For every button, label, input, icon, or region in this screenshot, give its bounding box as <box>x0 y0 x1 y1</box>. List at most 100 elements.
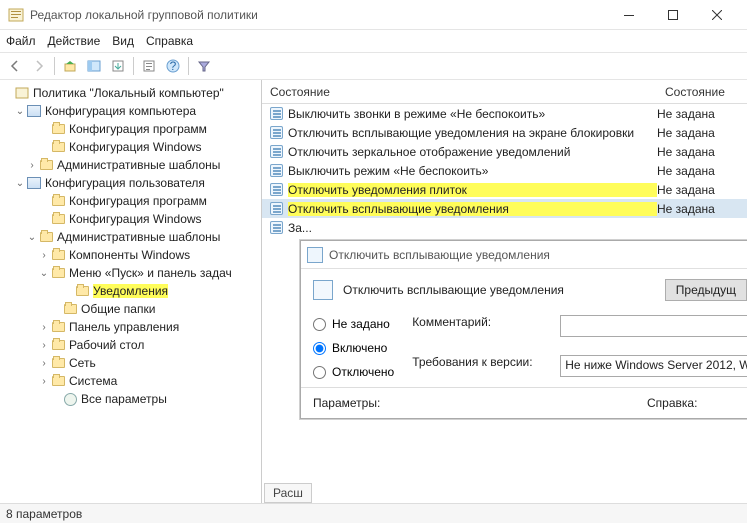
radio-disabled[interactable]: Отключено <box>313 365 394 379</box>
titlebar: Редактор локальной групповой политики <box>0 0 747 30</box>
back-button[interactable] <box>4 55 26 77</box>
list-row[interactable]: Отключить зеркальное отображение уведомл… <box>262 142 747 161</box>
setting-icon <box>268 144 284 160</box>
properties-button[interactable] <box>138 55 160 77</box>
filter-button[interactable] <box>193 55 215 77</box>
tree-all-params[interactable]: Все параметры <box>2 390 259 408</box>
setting-name: Отключить всплывающие уведомления на экр… <box>288 126 657 140</box>
menu-action[interactable]: Действие <box>48 34 101 48</box>
tree-item[interactable]: Конфигурация программ <box>2 120 259 138</box>
column-state[interactable]: Состояние <box>262 85 657 99</box>
list-header: Состояние Состояние <box>262 80 747 104</box>
export-button[interactable] <box>107 55 129 77</box>
computer-icon <box>26 104 42 118</box>
tree-item[interactable]: Конфигурация Windows <box>2 138 259 156</box>
setting-state: Не задана <box>657 202 747 216</box>
tree-item[interactable]: ›Панель управления <box>2 318 259 336</box>
column-state2[interactable]: Состояние <box>657 85 747 99</box>
setting-name: Выключить звонки в режиме «Не беспокоить… <box>288 107 657 121</box>
minimize-button[interactable] <box>607 1 651 29</box>
tabs-strip: Расш <box>264 481 311 503</box>
list-row[interactable]: Отключить всплывающие уведомленияНе зада… <box>262 199 747 218</box>
toolbar: ? <box>0 52 747 80</box>
tab-extended[interactable]: Расш <box>264 483 312 503</box>
tree-item[interactable]: ⌄Административные шаблоны <box>2 228 259 246</box>
tree-item[interactable]: ›Административные шаблоны <box>2 156 259 174</box>
menu-file[interactable]: Файл <box>6 34 36 48</box>
setting-icon <box>268 201 284 217</box>
folder-icon <box>50 122 66 136</box>
requirements-field: Не ниже Windows Server 2012, Windo <box>560 355 747 377</box>
setting-state: Не задана <box>657 126 747 140</box>
list-body[interactable]: Выключить звонки в режиме «Не беспокоить… <box>262 104 747 237</box>
folder-icon <box>50 320 66 334</box>
setting-state: Не задана <box>657 107 747 121</box>
close-button[interactable] <box>695 1 739 29</box>
up-button[interactable] <box>59 55 81 77</box>
tree-cfg-computer[interactable]: ⌄Конфигурация компьютера <box>2 102 259 120</box>
setting-icon <box>268 125 284 141</box>
svg-text:?: ? <box>170 59 177 73</box>
setting-icon <box>268 106 284 122</box>
setting-name: Отключить всплывающие уведомления <box>288 202 657 216</box>
comment-field[interactable] <box>560 315 747 337</box>
setting-name: Отключить зеркальное отображение уведомл… <box>288 145 657 159</box>
folder-icon <box>50 248 66 262</box>
help-button[interactable]: ? <box>162 55 184 77</box>
show-hide-tree-button[interactable] <box>83 55 105 77</box>
app-icon <box>8 7 24 23</box>
previous-button[interactable]: Предыдущ <box>665 279 747 301</box>
list-row[interactable]: Отключить всплывающие уведомления на экр… <box>262 123 747 142</box>
dialog-heading: Отключить всплывающие уведомления <box>343 283 655 297</box>
menu-help[interactable]: Справка <box>146 34 193 48</box>
label-requirements: Требования к версии: <box>412 355 552 369</box>
dialog-icon <box>307 247 323 263</box>
tree-item[interactable]: ›Система <box>2 372 259 390</box>
tree-root[interactable]: Политика "Локальный компьютер" <box>2 84 259 102</box>
folder-icon <box>50 266 66 280</box>
setting-name: Отключить уведомления плиток <box>288 183 657 197</box>
forward-button[interactable] <box>28 55 50 77</box>
setting-state: Не задана <box>657 164 747 178</box>
status-text: 8 параметров <box>6 507 82 521</box>
tree-item[interactable]: ›Рабочий стол <box>2 336 259 354</box>
folder-icon <box>50 356 66 370</box>
dialog-titlebar[interactable]: Отключить всплывающие уведомления <box>301 241 747 269</box>
setting-icon <box>268 163 284 179</box>
tree-item[interactable]: Общие папки <box>2 300 259 318</box>
folder-icon <box>50 212 66 226</box>
setting-icon <box>313 280 333 300</box>
tree-item[interactable]: Конфигурация программ <box>2 192 259 210</box>
list-row[interactable]: Выключить режим «Не беспокоить»Не задана <box>262 161 747 180</box>
tree-cfg-user[interactable]: ⌄Конфигурация пользователя <box>2 174 259 192</box>
maximize-button[interactable] <box>651 1 695 29</box>
setting-icon <box>268 220 284 236</box>
tree-item[interactable]: ⌄Меню «Пуск» и панель задач <box>2 264 259 282</box>
menu-view[interactable]: Вид <box>112 34 134 48</box>
label-comment: Комментарий: <box>412 315 552 329</box>
dialog-title: Отключить всплывающие уведомления <box>329 248 550 262</box>
folder-icon <box>38 158 54 172</box>
user-icon <box>26 176 42 190</box>
list-row[interactable]: Отключить уведомления плитокНе задана <box>262 180 747 199</box>
radio-not-set[interactable]: Не задано <box>313 317 394 331</box>
setting-state: Не задана <box>657 145 747 159</box>
tree-item[interactable]: ›Компоненты Windows <box>2 246 259 264</box>
folder-icon <box>62 302 78 316</box>
setting-name: Выключить режим «Не беспокоить» <box>288 164 657 178</box>
help-label: Справка: <box>647 396 747 410</box>
radio-enabled[interactable]: Включено <box>313 341 394 355</box>
statusbar: 8 параметров <box>0 503 747 523</box>
window-title: Редактор локальной групповой политики <box>30 8 607 22</box>
folder-icon <box>74 284 90 298</box>
list-row[interactable]: За... <box>262 218 747 237</box>
setting-icon <box>268 182 284 198</box>
params-label: Параметры: <box>313 396 647 410</box>
list-row[interactable]: Выключить звонки в режиме «Не беспокоить… <box>262 104 747 123</box>
tree-item[interactable]: Конфигурация Windows <box>2 210 259 228</box>
setting-name: За... <box>288 221 657 235</box>
tree-panel[interactable]: Политика "Локальный компьютер" ⌄Конфигур… <box>0 80 262 503</box>
tree-notifications[interactable]: Уведомления <box>2 282 259 300</box>
dialog-params-bar: Параметры: Справка: <box>301 387 747 418</box>
tree-item[interactable]: ›Сеть <box>2 354 259 372</box>
